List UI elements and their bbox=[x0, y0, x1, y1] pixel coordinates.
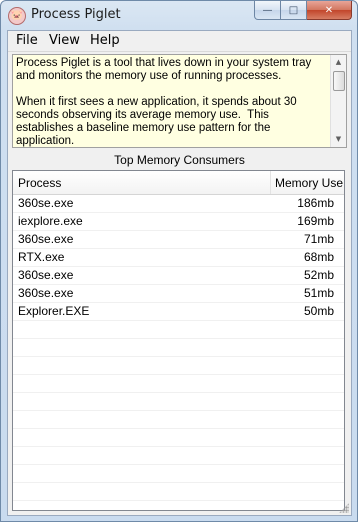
memory-value: 186mb bbox=[297, 196, 334, 210]
table-row[interactable]: 360se.exe 52mb bbox=[13, 267, 344, 285]
pig-icon[interactable]: 🐷 bbox=[8, 7, 26, 25]
table-row[interactable]: RTX.exe 68mb bbox=[13, 249, 344, 267]
description-box[interactable]: Process Piglet is a tool that lives down… bbox=[12, 54, 347, 148]
empty-table-row bbox=[13, 447, 344, 465]
section-title: Top Memory Consumers bbox=[114, 153, 245, 167]
empty-table-row bbox=[13, 465, 344, 483]
empty-table-row bbox=[13, 393, 344, 411]
empty-table-row bbox=[13, 339, 344, 357]
memory-value: 68mb bbox=[303, 250, 334, 264]
scroll-thumb[interactable] bbox=[333, 71, 345, 91]
menu-bar: File View Help bbox=[8, 31, 351, 52]
empty-table-row bbox=[13, 375, 344, 393]
app-window: 🐷 Process Piglet — □ ✕ File View Help Pr… bbox=[0, 0, 358, 522]
menu-view[interactable]: View bbox=[45, 33, 84, 48]
process-name: 360se.exe bbox=[18, 268, 74, 282]
caption-buttons: — □ ✕ bbox=[254, 1, 352, 20]
process-name: Explorer.EXE bbox=[18, 304, 90, 318]
process-name: 360se.exe bbox=[18, 286, 74, 300]
empty-table-row bbox=[13, 357, 344, 375]
memory-value: 52mb bbox=[303, 268, 334, 282]
process-name: RTX.exe bbox=[18, 250, 65, 264]
list-header: Process Memory Use bbox=[13, 171, 344, 195]
client-area: File View Help Process Piglet is a tool … bbox=[7, 30, 352, 516]
table-row[interactable]: 360se.exe 51mb bbox=[13, 285, 344, 303]
scroll-up-icon[interactable]: ▲ bbox=[331, 55, 346, 70]
column-header-process-label: Process bbox=[18, 176, 62, 190]
table-row[interactable]: 360se.exe 186mb bbox=[13, 195, 344, 213]
memory-value: 71mb bbox=[303, 232, 334, 246]
menu-file[interactable]: File bbox=[12, 33, 42, 48]
minimize-button[interactable]: — bbox=[254, 1, 281, 20]
memory-list[interactable]: Process Memory Use 360se.exe 186mb iexplor… bbox=[12, 170, 345, 511]
memory-value: 50mb bbox=[303, 304, 334, 318]
memory-value: 51mb bbox=[303, 286, 334, 300]
table-row[interactable]: 360se.exe 71mb bbox=[13, 231, 344, 249]
scroll-down-icon[interactable]: ▼ bbox=[331, 132, 346, 147]
maximize-button[interactable]: □ bbox=[281, 1, 307, 20]
process-name: 360se.exe bbox=[18, 196, 74, 210]
column-header-memory[interactable]: Memory Use bbox=[271, 171, 344, 194]
empty-table-row bbox=[13, 483, 344, 501]
column-header-process[interactable]: Process bbox=[13, 171, 271, 194]
minimize-icon: — bbox=[262, 4, 273, 16]
process-name: 360se.exe bbox=[18, 232, 74, 246]
list-rows: 360se.exe 186mb iexplore.exe 169mb 360se.exe… bbox=[13, 195, 344, 501]
maximize-icon: □ bbox=[288, 4, 299, 16]
table-row[interactable]: Explorer.EXE 50mb bbox=[13, 303, 344, 321]
description-scrollbar[interactable]: ▲ ▼ bbox=[330, 55, 346, 147]
empty-table-row bbox=[13, 411, 344, 429]
description-text: Process Piglet is a tool that lives down… bbox=[16, 57, 312, 147]
window-title: Process Piglet bbox=[31, 7, 121, 22]
empty-table-row bbox=[13, 429, 344, 447]
title-bar[interactable]: 🐷 Process Piglet — □ ✕ bbox=[1, 1, 357, 29]
process-name: iexplore.exe bbox=[18, 214, 83, 228]
column-header-memory-label: Memory Use bbox=[275, 176, 344, 190]
close-icon: ✕ bbox=[324, 4, 334, 16]
menu-help[interactable]: Help bbox=[86, 33, 124, 48]
close-button[interactable]: ✕ bbox=[307, 1, 352, 20]
table-row[interactable]: iexplore.exe 169mb bbox=[13, 213, 344, 231]
memory-value: 169mb bbox=[297, 214, 334, 228]
empty-table-row bbox=[13, 321, 344, 339]
